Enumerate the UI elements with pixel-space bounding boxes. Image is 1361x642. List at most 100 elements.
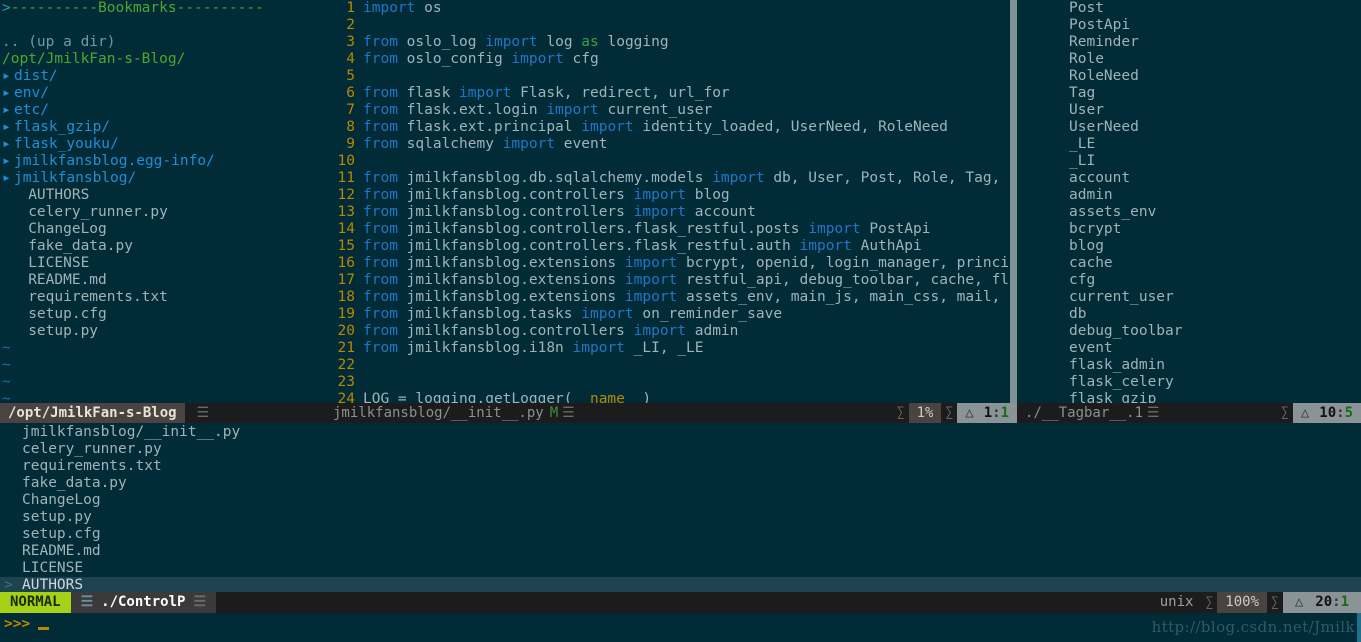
- tagbar-item-1[interactable]: PostApi: [1017, 17, 1361, 34]
- powerline-separator-icon: ∑: [1205, 595, 1214, 610]
- line-number: 16: [337, 255, 355, 271]
- code-line[interactable]: 14 from jmilkfansblog.controllers.flask_r…: [325, 221, 1010, 238]
- ctrlp-result-row[interactable]: fake_data.py: [0, 475, 1361, 492]
- code-token: os: [415, 0, 442, 16]
- line-number: 12: [337, 187, 355, 203]
- code-line[interactable]: 24 LOG = logging.getLogger(__name__): [325, 391, 1010, 403]
- ctrlp-result-row[interactable]: README.md: [0, 543, 1361, 560]
- ctrlp-result-row[interactable]: requirements.txt: [0, 458, 1361, 475]
- ctrlp-results-pane[interactable]: jmilkfansblog/__init__.py celery_runner.p…: [0, 424, 1361, 592]
- line-number-icon: △: [1300, 405, 1310, 421]
- code-token: sqlalchemy: [397, 136, 503, 152]
- code-token: jmilkfansblog.i18n: [397, 340, 573, 356]
- code-token: flask.ext.login: [397, 102, 547, 118]
- code-token: oslo_log: [397, 34, 486, 50]
- tagbar-item-13[interactable]: bcrypt: [1017, 221, 1361, 238]
- code-line[interactable]: 16 from jmilkfansblog.extensions import b…: [325, 255, 1010, 272]
- code-line[interactable]: 9 from sqlalchemy import event: [325, 136, 1010, 153]
- tagbar-item-10[interactable]: account: [1017, 170, 1361, 187]
- code-token: import: [624, 289, 678, 305]
- tagbar-item-20[interactable]: event: [1017, 340, 1361, 357]
- code-line[interactable]: 17 from jmilkfansblog.extensions import r…: [325, 272, 1010, 289]
- code-cursor-position: △ 1:1: [957, 403, 1017, 423]
- code-line[interactable]: 19 from jmilkfansblog.tasks import on_rem…: [325, 306, 1010, 323]
- tagbar-item-0[interactable]: Post: [1017, 0, 1361, 17]
- tagbar-item-18[interactable]: db: [1017, 306, 1361, 323]
- tagbar-item-21[interactable]: flask_admin: [1017, 357, 1361, 374]
- line-number: 13: [337, 204, 355, 220]
- code-line[interactable]: 3 from oslo_log import log as logging: [325, 34, 1010, 51]
- tagbar-item-23[interactable]: flask_gzip: [1017, 391, 1361, 403]
- code-line[interactable]: 10: [325, 153, 1010, 170]
- code-line[interactable]: 15 from jmilkfansblog.controllers.flask_r…: [325, 238, 1010, 255]
- code-editor-pane[interactable]: 1 import os 2 3 from oslo_log import log as …: [325, 0, 1010, 403]
- ctrlp-result-row[interactable]: celery_runner.py: [0, 441, 1361, 458]
- code-line[interactable]: 13 from jmilkfansblog.controllers import …: [325, 204, 1010, 221]
- tagbar-statusline-name: ./__Tagbar__.1: [1025, 405, 1144, 421]
- tagbar-item-4[interactable]: RoleNeed: [1017, 68, 1361, 85]
- code-line[interactable]: 2: [325, 17, 1010, 34]
- code-token: _LI, _LE: [624, 340, 704, 356]
- code-token: as: [581, 34, 599, 50]
- code-token: blog: [686, 187, 730, 203]
- code-line[interactable]: 6 from flask import Flask, redirect, url_…: [325, 85, 1010, 102]
- line-number: 24: [337, 391, 355, 403]
- code-token: __name__: [572, 391, 643, 403]
- tagbar-item-5[interactable]: Tag: [1017, 85, 1361, 102]
- tagbar-item-17[interactable]: current_user: [1017, 289, 1361, 306]
- tagbar-item-2[interactable]: Reminder: [1017, 34, 1361, 51]
- position-line: 20: [1315, 594, 1333, 610]
- code-line[interactable]: 21 from jmilkfansblog.i18n import _LI, _L…: [325, 340, 1010, 357]
- tagbar-item-19[interactable]: debug_toolbar: [1017, 323, 1361, 340]
- line-number: 22: [337, 357, 355, 373]
- tagbar-item-list[interactable]: Post PostApi Reminder Role RoleNeed Tag User Us…: [1017, 0, 1361, 403]
- ctrlp-result-list[interactable]: jmilkfansblog/__init__.py celery_runner.p…: [0, 424, 1361, 592]
- tagbar-item-12[interactable]: assets_env: [1017, 204, 1361, 221]
- code-token: account: [686, 204, 756, 220]
- ctrlp-result-row[interactable]: setup.py: [0, 509, 1361, 526]
- code-statusline: jmilkfansblog/__init__.py M ☰ ∑ 1% ∑ △ 1…: [325, 403, 1017, 423]
- nerdtree-directory-label: jmilkfansblog/: [14, 170, 137, 186]
- line-number: 15: [337, 238, 355, 254]
- code-token: jmilkfansblog.extensions: [397, 272, 625, 288]
- ctrlp-result-row[interactable]: jmilkfansblog/__init__.py: [0, 424, 1361, 441]
- code-token: from: [363, 136, 398, 152]
- code-token: import: [546, 102, 599, 118]
- code-line[interactable]: 5: [325, 68, 1010, 85]
- ctrlp-result-label: requirements.txt: [22, 458, 162, 474]
- tagbar-item-7[interactable]: UserNeed: [1017, 119, 1361, 136]
- code-token: import: [624, 255, 678, 271]
- tagbar-item-14[interactable]: blog: [1017, 238, 1361, 255]
- line-number: 7: [346, 102, 355, 118]
- buffer-glyph-icon: ☰: [80, 594, 94, 610]
- tagbar-item-9[interactable]: _LI: [1017, 153, 1361, 170]
- tagbar-item-16[interactable]: cfg: [1017, 272, 1361, 289]
- code-lines-container[interactable]: 1 import os 2 3 from oslo_log import log as …: [325, 0, 1010, 403]
- code-line[interactable]: 18 from jmilkfansblog.extensions import a…: [325, 289, 1010, 306]
- code-line[interactable]: 1 import os: [325, 0, 1010, 17]
- ctrlp-result-row[interactable]: > AUTHORS: [0, 577, 1361, 592]
- line-number: 1: [346, 0, 355, 16]
- code-line[interactable]: 23: [325, 374, 1010, 391]
- code-line[interactable]: 12 from jmilkfansblog.controllers import …: [325, 187, 1010, 204]
- code-line[interactable]: 8 from flask.ext.principal import identit…: [325, 119, 1010, 136]
- tagbar-item-6[interactable]: User: [1017, 102, 1361, 119]
- buffer-glyph-icon: ☰: [196, 405, 210, 421]
- code-token: from: [363, 85, 398, 101]
- code-line[interactable]: 20 from jmilkfansblog.controllers import …: [325, 323, 1010, 340]
- tagbar-item-3[interactable]: Role: [1017, 51, 1361, 68]
- tagbar-item-22[interactable]: flask_celery: [1017, 374, 1361, 391]
- code-token: import: [511, 51, 564, 67]
- code-line[interactable]: 7 from flask.ext.login import current_use…: [325, 102, 1010, 119]
- ctrlp-result-row[interactable]: LICENSE: [0, 560, 1361, 577]
- code-line[interactable]: 22: [325, 357, 1010, 374]
- tagbar-item-15[interactable]: cache: [1017, 255, 1361, 272]
- tagbar-item-8[interactable]: _LE: [1017, 136, 1361, 153]
- tagbar-symbol-pane[interactable]: Post PostApi Reminder Role RoleNeed Tag User Us…: [1017, 0, 1361, 403]
- code-line[interactable]: 11 from jmilkfansblog.db.sqlalchemy.model…: [325, 170, 1010, 187]
- ctrlp-result-row[interactable]: setup.cfg: [0, 526, 1361, 543]
- code-line[interactable]: 4 from oslo_config import cfg: [325, 51, 1010, 68]
- ctrlp-result-row[interactable]: ChangeLog: [0, 492, 1361, 509]
- tagbar-item-11[interactable]: admin: [1017, 187, 1361, 204]
- code-token: on_reminder_save: [633, 306, 783, 322]
